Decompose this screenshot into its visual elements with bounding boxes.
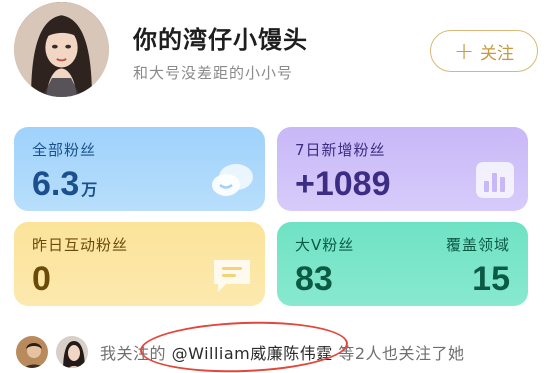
chat-bubbles-icon xyxy=(210,161,256,203)
mutual-suffix: 等2人也关注了她 xyxy=(338,344,465,363)
follow-button-label: 关注 xyxy=(480,43,515,64)
interactive-fans-value: 0 xyxy=(32,260,51,298)
bigv-fans-card[interactable]: 大V粉丝 83 覆盖领域 15 xyxy=(277,222,528,306)
interactive-fans-label: 昨日互动粉丝 xyxy=(32,236,129,254)
all-fans-label: 全部粉丝 xyxy=(32,141,97,159)
coverage-field-value: 15 xyxy=(472,260,510,298)
profile-avatar[interactable] xyxy=(14,2,109,97)
new-fans-card[interactable]: 7日新增粉丝 +1089 xyxy=(277,127,528,211)
all-fans-card[interactable]: 全部粉丝 6.3 万 xyxy=(14,127,265,211)
plus-icon: + xyxy=(453,37,475,65)
all-fans-value: 6.3 万 xyxy=(32,165,97,204)
all-fans-unit: 万 xyxy=(81,182,98,199)
message-icon xyxy=(210,256,254,300)
bar-chart-icon xyxy=(475,161,515,203)
bigv-fans-value: 83 xyxy=(295,260,333,298)
new-fans-value: +1089 xyxy=(295,165,391,203)
mutual-avatar-2[interactable] xyxy=(54,334,90,370)
interactive-fans-card[interactable]: 昨日互动粉丝 0 xyxy=(14,222,265,306)
bigv-fans-label: 大V粉丝 xyxy=(295,236,355,254)
mutual-avatar-1[interactable] xyxy=(14,334,50,370)
profile-name: 你的湾仔小馒头 xyxy=(133,26,308,54)
coverage-field-label: 覆盖领域 xyxy=(445,236,510,254)
profile-bio: 和大号没差距的小小号 xyxy=(133,64,294,82)
all-fans-number: 6.3 xyxy=(32,165,80,203)
follow-button[interactable]: + 关注 xyxy=(430,30,538,72)
new-fans-label: 7日新增粉丝 xyxy=(295,141,386,159)
